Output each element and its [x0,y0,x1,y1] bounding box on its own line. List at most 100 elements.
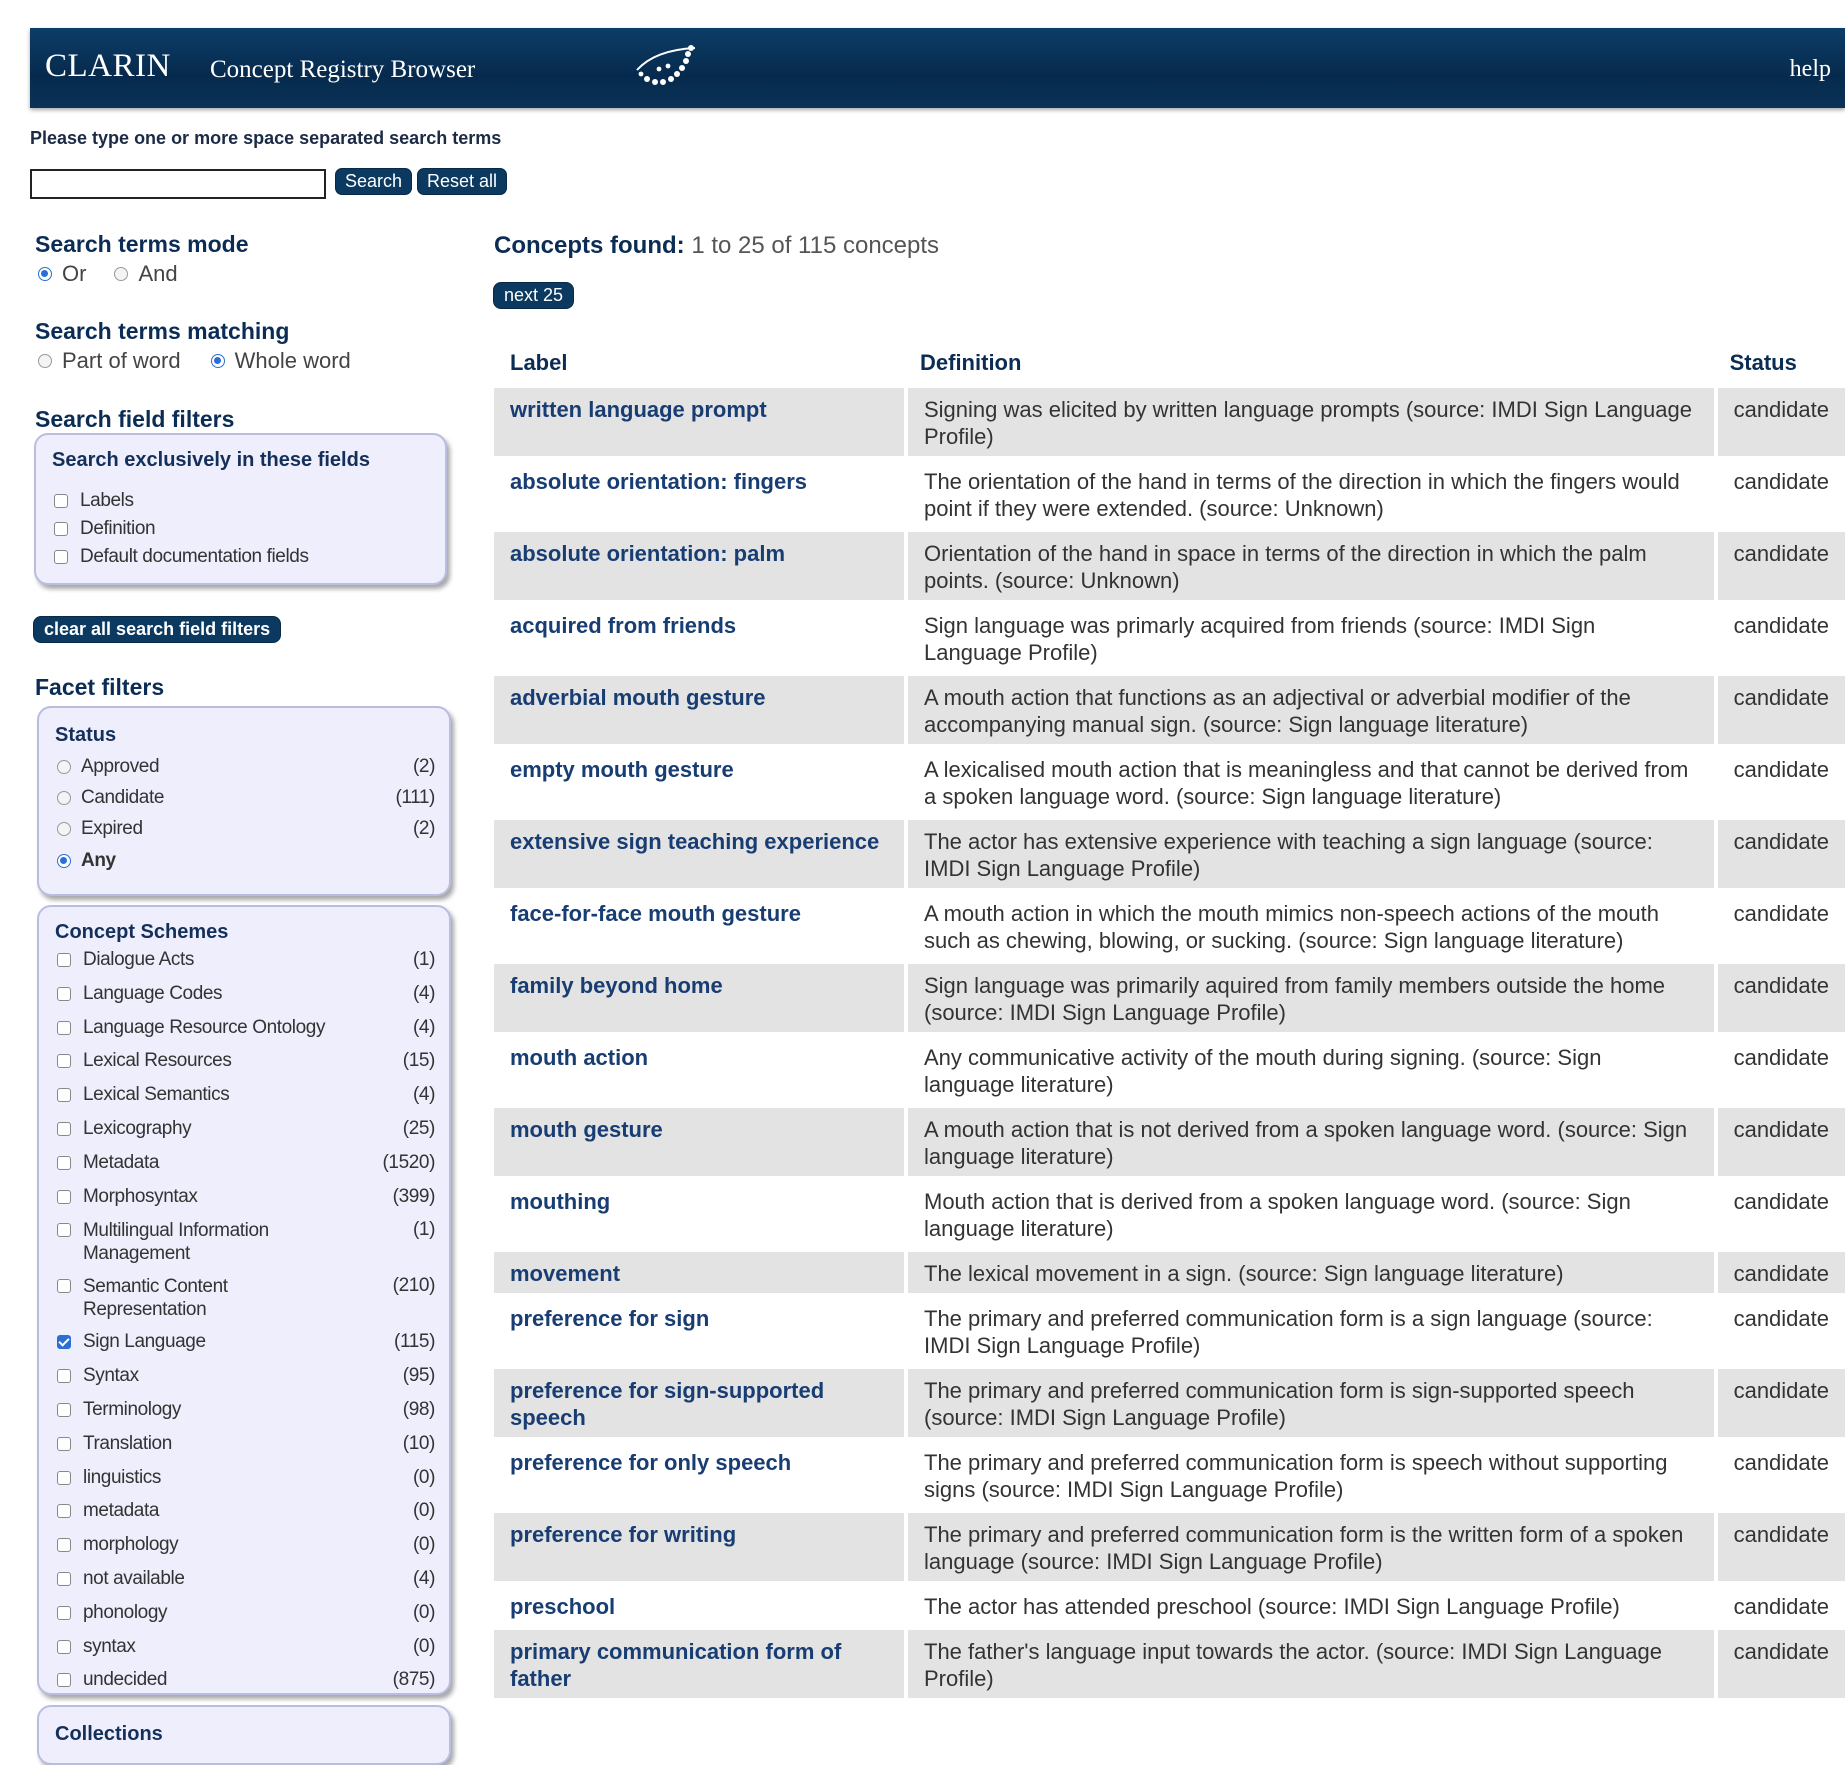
scheme-option[interactable]: Lexical Resources (15) [57,1050,435,1072]
concept-label-link[interactable]: extensive sign teaching experience [494,820,904,888]
scheme-option[interactable]: Lexicography (25) [57,1118,435,1140]
table-row[interactable]: primary communication form of father The … [494,1630,1845,1698]
table-row[interactable]: family beyond home Sign language was prim… [494,964,1845,1032]
column-definition[interactable]: Definition [904,344,1714,384]
table-row[interactable]: preference for sign The primary and prefe… [494,1297,1845,1365]
field-filter-default-doc[interactable]: Default documentation fields [54,546,431,568]
field-filter-definition[interactable]: Definition [54,518,431,540]
clear-field-filters-button[interactable]: clear all search field filters [33,616,282,643]
table-row[interactable]: mouth gesture A mouth action that is not … [494,1108,1845,1176]
scheme-checkbox[interactable] [57,1571,71,1586]
scheme-option[interactable]: Multilingual Information Management (1) [57,1219,435,1265]
field-definition-checkbox[interactable] [54,521,68,536]
table-row[interactable]: empty mouth gesture A lexicalised mouth a… [494,748,1845,816]
scheme-option[interactable]: metadata (0) [57,1500,435,1522]
scheme-checkbox[interactable] [57,1504,71,1519]
status-candidate-option[interactable]: Candidate (111) [57,787,435,809]
table-row[interactable]: absolute orientation: fingers The orienta… [494,460,1845,528]
concept-label-link[interactable]: preference for sign-supported speech [494,1369,904,1437]
scheme-option[interactable]: Metadata (1520) [57,1152,435,1174]
concept-label-link[interactable]: preference for sign [494,1297,904,1365]
scheme-option[interactable]: Lexical Semantics (4) [57,1084,435,1106]
column-label[interactable]: Label [494,344,904,384]
scheme-option[interactable]: morphology (0) [57,1534,435,1556]
match-whole-option[interactable]: Whole word [210,348,351,374]
concept-label-link[interactable]: preference for writing [494,1513,904,1581]
status-approved-option[interactable]: Approved (2) [57,756,435,778]
scheme-option[interactable]: syntax (0) [57,1636,435,1658]
concept-label-link[interactable]: face-for-face mouth gesture [494,892,904,960]
status-approved-radio[interactable] [57,759,71,774]
table-row[interactable]: face-for-face mouth gesture A mouth actio… [494,892,1845,960]
scheme-checkbox[interactable] [57,1402,71,1417]
field-labels-checkbox[interactable] [54,493,68,508]
scheme-checkbox[interactable] [57,1436,71,1451]
scheme-checkbox[interactable] [57,1673,71,1688]
match-whole-radio[interactable] [210,354,225,368]
concept-label-link[interactable]: preference for only speech [494,1441,904,1509]
table-row[interactable]: movement The lexical movement in a sign. … [494,1252,1845,1293]
scheme-checkbox[interactable] [57,1335,71,1350]
table-row[interactable]: absolute orientation: palm Orientation of… [494,532,1845,600]
table-row[interactable]: acquired from friends Sign language was p… [494,604,1845,672]
scheme-option[interactable]: not available (4) [57,1568,435,1590]
scheme-checkbox[interactable] [57,1223,71,1238]
concept-label-link[interactable]: absolute orientation: palm [494,532,904,600]
concept-label-link[interactable]: acquired from friends [494,604,904,672]
match-part-option[interactable]: Part of word [38,348,181,374]
concept-label-link[interactable]: mouth action [494,1036,904,1104]
table-row[interactable]: extensive sign teaching experience The ac… [494,820,1845,888]
table-row[interactable]: preschool The actor has attended preschoo… [494,1585,1845,1626]
scheme-option[interactable]: Language Codes (4) [57,983,435,1005]
column-status[interactable]: Status [1714,344,1845,384]
table-row[interactable]: preference for sign-supported speech The … [494,1369,1845,1437]
scheme-option[interactable]: phonology (0) [57,1602,435,1624]
concept-label-link[interactable]: movement [494,1252,904,1293]
search-input[interactable] [30,169,326,199]
scheme-option[interactable]: Syntax (95) [57,1365,435,1387]
scheme-option[interactable]: Language Resource Ontology (4) [57,1017,435,1039]
scheme-checkbox[interactable] [57,1088,71,1103]
scheme-option[interactable]: linguistics (0) [57,1467,435,1489]
concept-label-link[interactable]: family beyond home [494,964,904,1032]
concept-label-link[interactable]: absolute orientation: fingers [494,460,904,528]
scheme-option[interactable]: Sign Language (115) [57,1331,435,1353]
clarin-logo[interactable]: CLARIN [45,48,171,85]
next-25-button[interactable]: next 25 [493,282,575,309]
table-row[interactable]: preference for only speech The primary an… [494,1441,1845,1509]
scheme-checkbox[interactable] [57,1369,71,1384]
search-button[interactable]: Search [335,168,413,195]
table-row[interactable]: mouthing Mouth action that is derived fro… [494,1180,1845,1248]
scheme-checkbox[interactable] [57,1020,71,1035]
scheme-checkbox[interactable] [57,1054,71,1069]
concept-label-link[interactable]: adverbial mouth gesture [494,676,904,744]
concept-label-link[interactable]: empty mouth gesture [494,748,904,816]
concept-label-link[interactable]: preschool [494,1585,904,1626]
scheme-checkbox[interactable] [57,952,71,967]
scheme-checkbox[interactable] [57,1155,71,1170]
scheme-option[interactable]: Terminology (98) [57,1399,435,1421]
scheme-checkbox[interactable] [57,1639,71,1654]
table-row[interactable]: preference for writing The primary and pr… [494,1513,1845,1581]
table-row[interactable]: adverbial mouth gesture A mouth action th… [494,676,1845,744]
scheme-checkbox[interactable] [57,986,71,1001]
scheme-option[interactable]: undecided (875) [57,1669,435,1691]
status-any-option[interactable]: Any [57,850,435,872]
mode-or-option[interactable]: Or [38,261,86,287]
scheme-option[interactable]: Morphosyntax (399) [57,1186,435,1208]
field-filter-labels[interactable]: Labels [54,490,431,512]
scheme-checkbox[interactable] [57,1470,71,1485]
scheme-checkbox[interactable] [57,1538,71,1553]
field-default-doc-checkbox[interactable] [54,549,68,564]
concept-label-link[interactable]: primary communication form of father [494,1630,904,1698]
scheme-checkbox[interactable] [57,1121,71,1136]
scheme-checkbox[interactable] [57,1605,71,1620]
table-row[interactable]: mouth action Any communicative activity o… [494,1036,1845,1104]
scheme-checkbox[interactable] [57,1279,71,1294]
concept-label-link[interactable]: mouth gesture [494,1108,904,1176]
mode-or-radio[interactable] [38,267,52,281]
status-expired-option[interactable]: Expired (2) [57,818,435,840]
concept-label-link[interactable]: written language prompt [494,388,904,456]
table-row[interactable]: written language prompt Signing was elici… [494,388,1845,456]
scheme-option[interactable]: Dialogue Acts (1) [57,949,435,971]
